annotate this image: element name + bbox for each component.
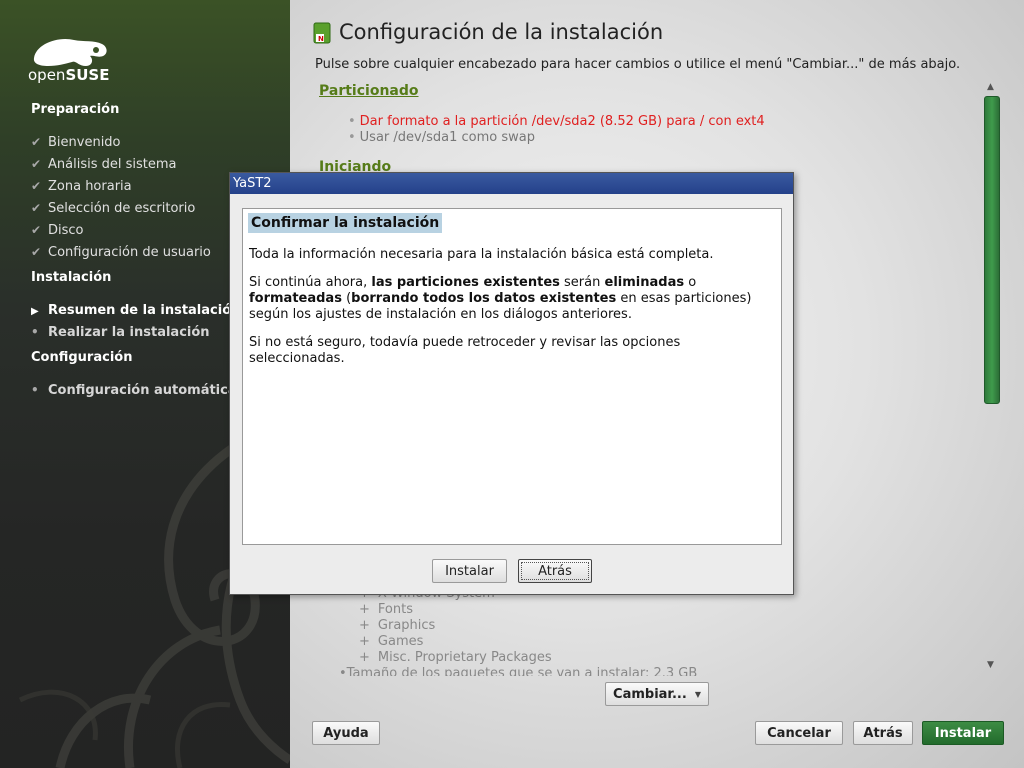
sidebar-heading-preparacion: Preparación: [31, 102, 120, 117]
dot-icon: •: [31, 325, 39, 339]
dialog-paragraph-1: Toda la información necesaria para la in…: [249, 247, 714, 262]
dot-icon: •: [31, 383, 39, 397]
bullet-icon: •: [348, 130, 356, 145]
sidebar-item-escritorio: ✔ Selección de escritorio: [31, 201, 196, 216]
check-icon: ✔: [31, 157, 42, 171]
page-subtitle: Pulse sobre cualquier encabezado para ha…: [315, 57, 961, 72]
sidebar-item-analisis: ✔ Análisis del sistema: [31, 157, 177, 172]
dialog-back-button[interactable]: Atrás: [518, 559, 592, 583]
back-button[interactable]: Atrás: [853, 721, 913, 745]
opensuse-logo-text: openSUSE: [28, 66, 110, 84]
sidebar-item-bienvenido: ✔ Bienvenido: [31, 135, 121, 150]
sidebar-item-zona-horaria: ✔ Zona horaria: [31, 179, 132, 194]
help-button[interactable]: Ayuda: [312, 721, 380, 745]
dialog-heading: Confirmar la instalación: [248, 213, 443, 233]
dialog-install-button[interactable]: Instalar: [432, 559, 507, 583]
triangle-right-icon: ▶: [31, 306, 39, 317]
software-item-graphics: + Graphics: [359, 618, 436, 633]
sidebar-item-realizar: • Realizar la instalación: [31, 325, 210, 340]
software-item-misc: + Misc. Proprietary Packages: [359, 650, 552, 665]
partition-item-format: • Dar formato a la partición /dev/sda2 (8…: [348, 114, 765, 129]
cancel-button[interactable]: Cancelar: [755, 721, 843, 745]
sidebar-heading-configuracion: Configuración: [31, 350, 133, 365]
installation-summary-icon: N: [313, 22, 331, 44]
dialog-paragraph-2: Si continúa ahora, las particiones exist…: [249, 275, 752, 322]
sidebar-item-disco: ✔ Disco: [31, 223, 84, 238]
svg-text:N: N: [318, 35, 324, 43]
sidebar-heading-instalacion: Instalación: [31, 270, 112, 285]
sidebar-item-config-automatica: • Configuración automática: [31, 383, 237, 398]
check-icon: ✔: [31, 245, 42, 259]
dialog-message-area: Confirmar la instalación Toda la informa…: [242, 208, 782, 545]
package-size-text: •Tamaño de los paquetes que se van a ins…: [339, 666, 697, 676]
bullet-icon: •: [339, 666, 347, 676]
page-title: Configuración de la instalación: [339, 20, 664, 44]
plus-icon: +: [359, 618, 370, 633]
dialog-paragraph-3: Si no está seguro, todavía puede retroce…: [249, 335, 681, 366]
dialog-titlebar[interactable]: YaST2: [230, 173, 793, 194]
software-item-games: + Games: [359, 634, 424, 649]
check-icon: ✔: [31, 223, 42, 237]
scroll-up-arrow-icon[interactable]: ▲: [987, 82, 994, 92]
plus-icon: +: [359, 650, 370, 665]
plus-icon: +: [359, 634, 370, 649]
confirm-install-dialog: YaST2 Confirmar la instalación Toda la i…: [229, 172, 794, 595]
scroll-down-arrow-icon[interactable]: ▼: [987, 660, 994, 670]
chevron-down-icon: ▼: [694, 689, 701, 699]
partitioning-link[interactable]: Particionado: [319, 83, 419, 99]
sidebar-item-usuario: ✔ Configuración de usuario: [31, 245, 211, 260]
partition-item-swap: • Usar /dev/sda1 como swap: [348, 130, 535, 145]
check-icon: ✔: [31, 179, 42, 193]
plus-icon: +: [359, 602, 370, 617]
software-item-fonts: + Fonts: [359, 602, 413, 617]
sidebar-item-resumen: ▶ Resumen de la instalación: [31, 303, 241, 318]
bullet-icon: •: [348, 114, 356, 129]
scrollbar-thumb[interactable]: [984, 96, 1000, 404]
change-menu-button[interactable]: Cambiar... ▼: [605, 682, 709, 706]
check-icon: ✔: [31, 201, 42, 215]
content-scrollbar[interactable]: ▲ ▼: [982, 80, 1002, 676]
check-icon: ✔: [31, 135, 42, 149]
install-button[interactable]: Instalar: [922, 721, 1004, 745]
